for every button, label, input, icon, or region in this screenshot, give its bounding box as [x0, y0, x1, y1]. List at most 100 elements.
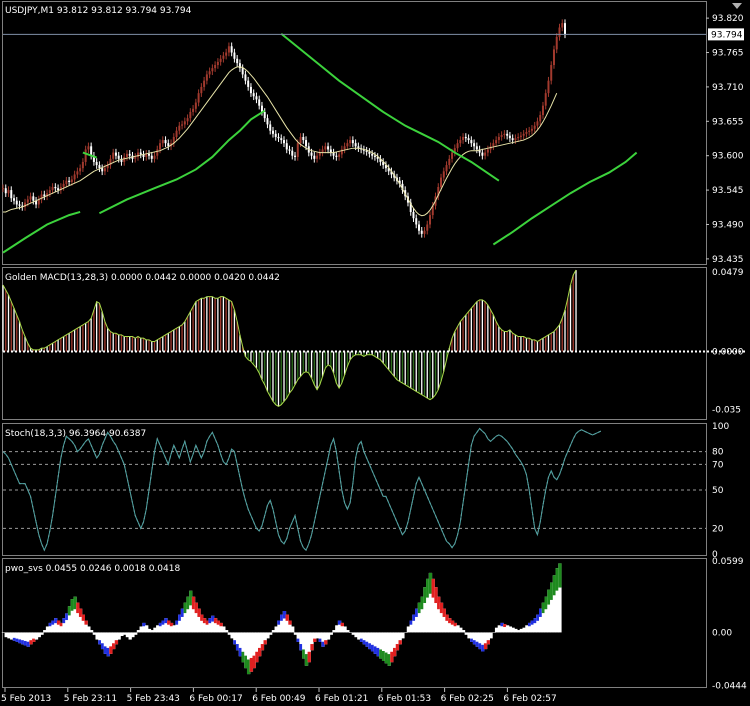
- candle-body: [258, 99, 261, 106]
- pwo-bar-tip: [395, 644, 400, 651]
- pwo-bar-tip: [307, 651, 311, 663]
- candle-body: [205, 74, 208, 81]
- candle-body: [255, 96, 258, 100]
- candle-body: [81, 161, 84, 169]
- time-tick-label: 6 Feb 01:21: [315, 694, 368, 704]
- candle-body: [125, 153, 128, 157]
- candle-body: [68, 180, 71, 182]
- candle-body: [48, 190, 51, 194]
- pwo-bar-tip: [288, 620, 292, 625]
- candle-body: [134, 156, 137, 159]
- candle-body: [84, 149, 87, 162]
- candle-body: [189, 111, 192, 119]
- candle-body: [302, 136, 305, 141]
- candle-body: [153, 155, 156, 159]
- candle-body: [338, 154, 341, 157]
- pwo-bar: [269, 632, 273, 635]
- stoch-tick-label: 50: [712, 486, 724, 496]
- candle-body: [51, 186, 54, 191]
- time-tick-label: 5 Feb 2013: [1, 694, 51, 704]
- pwo-panel-frame: [2, 558, 707, 688]
- candle-body: [324, 146, 327, 150]
- candle-body: [564, 23, 566, 35]
- candle-body: [484, 152, 487, 156]
- candle-body: [354, 143, 357, 147]
- stoch-tick-label: 80: [712, 448, 724, 458]
- candle-body: [547, 80, 550, 94]
- candle-body: [112, 152, 115, 159]
- stoch-tick-label: 70: [712, 460, 724, 470]
- candle-body: [62, 183, 65, 187]
- candle-body: [57, 188, 60, 191]
- price-tick-label: 93.545: [712, 186, 744, 196]
- candle-body: [95, 161, 98, 166]
- price-panel-frame: [2, 1, 707, 265]
- time-tick-label: 6 Feb 02:25: [441, 694, 494, 704]
- candle-body: [203, 80, 206, 87]
- price-tick-label: 93.765: [712, 49, 744, 59]
- candle-body: [541, 105, 544, 116]
- candle-body: [13, 198, 16, 201]
- pwo-bar: [224, 630, 229, 633]
- pwo-bar: [401, 632, 405, 639]
- candle-body: [252, 93, 255, 97]
- candle-body: [299, 136, 302, 144]
- candle-body: [43, 194, 46, 197]
- candle-body: [65, 180, 68, 184]
- candle-body: [269, 124, 272, 131]
- candle-body: [440, 177, 443, 187]
- pwo-bar: [329, 632, 333, 635]
- candle-body: [412, 211, 415, 219]
- stoch-tick-label: 20: [712, 524, 724, 534]
- candle-body: [233, 52, 236, 59]
- pwo-bar: [89, 630, 94, 633]
- candle-body: [230, 46, 233, 53]
- candle-body: [343, 146, 346, 150]
- candle-body: [508, 135, 511, 139]
- candle-body: [291, 150, 294, 156]
- candle-body: [536, 121, 539, 126]
- candle-body: [161, 140, 164, 144]
- pwo-plot: [1, 563, 562, 675]
- candle-body: [456, 143, 459, 149]
- candle-body: [429, 215, 432, 225]
- candle-body: [148, 153, 151, 156]
- candle-body: [442, 171, 445, 178]
- candle-body: [525, 131, 528, 134]
- candle-body: [139, 152, 142, 155]
- current-price-label: 93.794: [711, 30, 743, 40]
- candle-body: [15, 200, 18, 205]
- pwo-bar: [134, 632, 138, 635]
- pwo-bar-tip: [84, 620, 88, 625]
- pwo-bar-tip: [219, 622, 223, 627]
- candle-body: [186, 118, 189, 122]
- pwo-bar-tip: [81, 614, 85, 621]
- candle-body: [214, 65, 217, 69]
- candle-body: [266, 118, 269, 125]
- pwo-bar-tip: [310, 644, 314, 651]
- candle-body: [519, 135, 522, 137]
- stoch-main-line: [2, 427, 602, 552]
- candle-body: [216, 61, 219, 66]
- candle-body: [277, 136, 280, 139]
- candle-body: [349, 140, 352, 144]
- pwo-panel-title: pwo_svs 0.0455 0.0246 0.0018 0.0418: [5, 564, 180, 574]
- candle-body: [373, 155, 376, 157]
- pwo-bar: [40, 632, 44, 635]
- candle-body: [2, 188, 4, 190]
- candle-body: [181, 124, 184, 126]
- candle-body: [533, 125, 536, 129]
- candle-body: [274, 133, 277, 137]
- chart-shift-icon[interactable]: [732, 3, 742, 9]
- price-tick-label: 93.655: [712, 117, 744, 127]
- pwo-bar-tip: [313, 638, 317, 642]
- candle-body: [492, 143, 495, 147]
- stoch-tick-label: 100: [712, 422, 729, 432]
- candle-body: [98, 165, 101, 169]
- candle-body: [156, 149, 159, 156]
- pwo-bar: [291, 626, 295, 633]
- candle-body: [313, 155, 316, 159]
- pwo-bar-tip: [340, 622, 344, 627]
- candle-body: [316, 155, 319, 159]
- mt4-chart-window[interactable]: 93.820 93.765 93.710 93.655 93.600 93.545 93.4…: [0, 0, 750, 706]
